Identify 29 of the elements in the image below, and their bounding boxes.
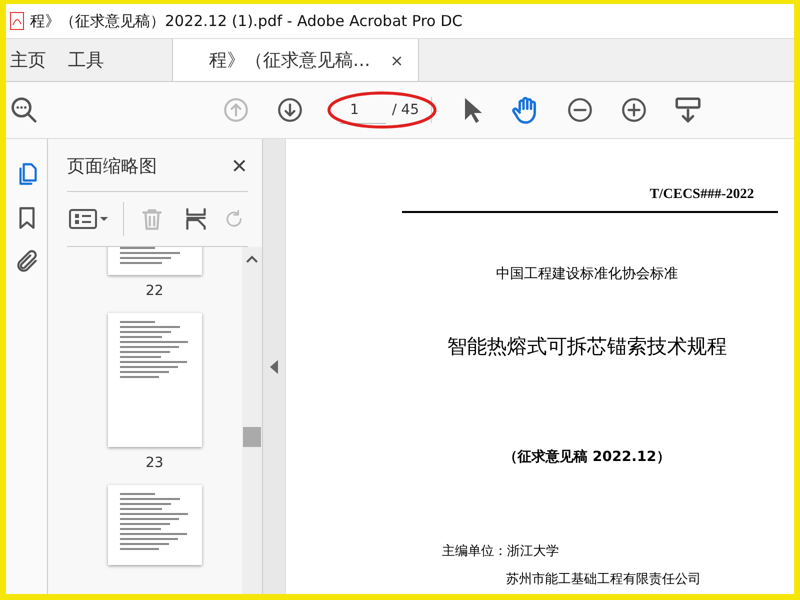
page-number-field[interactable]: 1 [340,96,386,124]
search-icon [9,95,39,125]
scroll-thumb[interactable] [243,427,261,447]
co-editor-text: 苏州市能工基础工程有限责任公司 [506,571,701,588]
list-options-icon [68,207,110,231]
scrollbar[interactable] [242,247,262,594]
pdf-app-icon [10,12,24,30]
left-triangle-icon [270,360,278,374]
standard-code: T/CECS###-2022 [650,187,754,203]
page-thumbnail[interactable] [108,247,202,275]
page-number: 22 [146,283,164,299]
close-tab-button[interactable]: × [390,50,404,70]
page-count: / 45 [392,102,419,118]
nav-tab[interactable]: 主页 [6,39,64,81]
page-number: 23 [146,455,164,471]
document-title: 智能热熔式可拆芯锚索技术规程 [447,333,727,360]
organization-text: 中国工程建设标准化协会标准 [496,265,678,283]
panel-title: 页面缩略图 [67,155,157,178]
nav-tab[interactable]: 工具 [64,39,122,81]
zoom-out-icon [566,97,593,123]
page-thumbnail[interactable] [108,313,202,447]
edition-text: （征求意见稿 2022.12） [504,448,670,466]
editor-text: 主编单位：浙江大学 [442,543,559,560]
document-tab[interactable]: 程》（征求意见稿... × [172,39,419,81]
window-title: 程》（征求意见稿）2022.12 (1).pdf - Adobe Acrobat Pro DC [30,12,463,30]
close-panel-button[interactable]: ✕ [231,154,248,178]
scroll-up-icon [246,255,258,263]
page-thumbnail[interactable] [108,485,202,565]
zoom-in-icon [620,97,647,123]
